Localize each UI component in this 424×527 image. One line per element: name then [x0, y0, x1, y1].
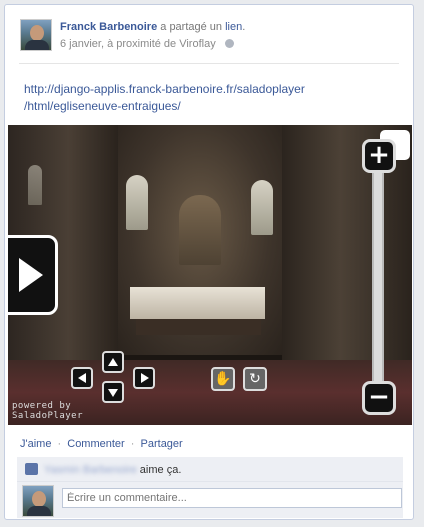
comment-input[interactable] [62, 488, 402, 508]
panorama-player[interactable]: ✋ ↻ + − powered by SaladoPlayer [8, 125, 412, 425]
comment-link[interactable]: Commenter [67, 438, 124, 450]
likes-summary: Yasmin Barbenoire aime ça. [17, 457, 403, 482]
likes-text: Yasmin Barbenoire aime ça. [44, 464, 181, 476]
pan-right-button[interactable] [133, 367, 155, 389]
likes-suffix: aime ça. [139, 464, 182, 476]
pan-up-button[interactable] [102, 351, 124, 373]
arrow-left-icon [78, 373, 86, 383]
shared-url-line1[interactable]: http://django-applis.franck-barbenoire.f… [24, 81, 364, 98]
author-avatar[interactable] [20, 19, 52, 51]
minus-icon: − [368, 382, 390, 412]
play-button[interactable] [8, 235, 58, 315]
hand-icon: ✋ [214, 371, 232, 387]
like-link[interactable]: J'aime [20, 438, 51, 450]
post-actions: J'aime · Commenter · Partager [20, 438, 183, 450]
shared-url-line2[interactable]: /html/egliseneuve-entraigues/ [24, 98, 364, 115]
globe-icon[interactable] [224, 39, 234, 48]
share-link[interactable]: Partager [141, 438, 183, 450]
plus-icon: + [368, 140, 390, 170]
shared-url[interactable]: http://django-applis.franck-barbenoire.f… [24, 81, 364, 115]
shared-object-link[interactable]: lien [225, 21, 242, 33]
zoom-slider-track[interactable] [372, 157, 384, 397]
powered-by-label: powered by SaladoPlayer [12, 401, 83, 421]
post-actor-line: Franck Barbenoire a partagé un lien. [60, 21, 245, 33]
arrow-down-icon [108, 389, 118, 397]
pan-left-button[interactable] [71, 367, 93, 389]
play-icon [19, 258, 43, 292]
refresh-icon: ↻ [249, 371, 261, 387]
arrow-right-icon [141, 373, 149, 383]
author-name-link[interactable]: Franck Barbenoire [60, 21, 157, 33]
post-meta: 6 janvier, à proximité de Viroflay [60, 38, 234, 50]
arrow-up-icon [108, 358, 118, 366]
thumbs-up-icon [25, 463, 38, 475]
hand-tool-button[interactable]: ✋ [211, 367, 235, 391]
reset-view-button[interactable]: ↻ [243, 367, 267, 391]
pan-down-button[interactable] [102, 381, 124, 403]
action-separator: · [130, 438, 135, 450]
zoom-out-button[interactable]: − [362, 381, 396, 415]
action-separator: · [57, 438, 62, 450]
header-divider [19, 63, 399, 64]
powered-by-line: powered by [12, 401, 72, 411]
post-action-text: a partagé un [160, 21, 223, 33]
viewer-avatar[interactable] [22, 485, 54, 517]
comment-composer [17, 482, 403, 518]
zoom-in-button[interactable]: + [362, 139, 396, 173]
post-card: Franck Barbenoire a partagé un lien. 6 j… [4, 4, 414, 520]
post-date-location[interactable]: 6 janvier, à proximité de Viroflay [60, 38, 216, 50]
saladoplayer-brand: SaladoPlayer [12, 411, 84, 421]
church-panorama[interactable] [8, 125, 412, 425]
post-action-suffix: . [242, 21, 246, 33]
liker-name-link[interactable]: Yasmin Barbenoire [44, 464, 137, 476]
post-header: Franck Barbenoire a partagé un lien. 6 j… [20, 19, 403, 59]
